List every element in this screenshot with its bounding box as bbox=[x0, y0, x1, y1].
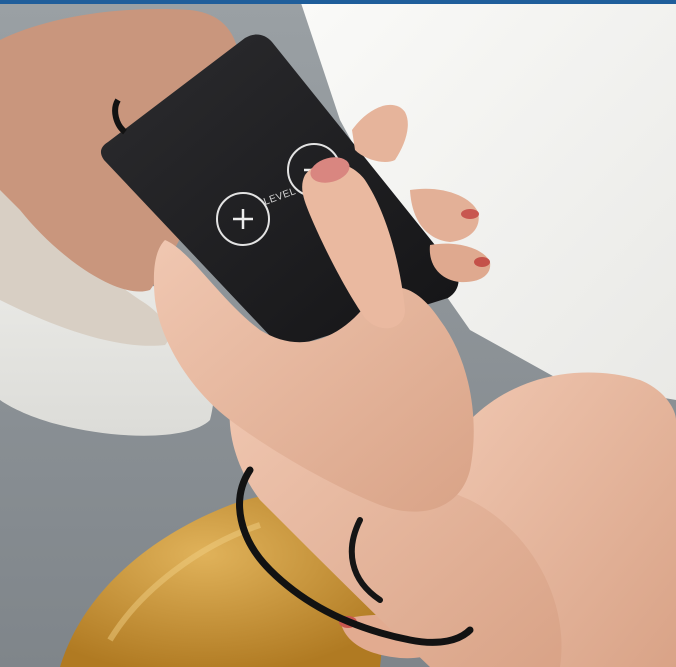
top-border-stripe bbox=[0, 0, 676, 4]
ring-fingernail bbox=[474, 257, 490, 267]
photo-scene: LEVEL bbox=[0, 0, 676, 667]
product-photo: LEVEL bbox=[0, 0, 676, 667]
middle-fingernail bbox=[461, 209, 479, 219]
